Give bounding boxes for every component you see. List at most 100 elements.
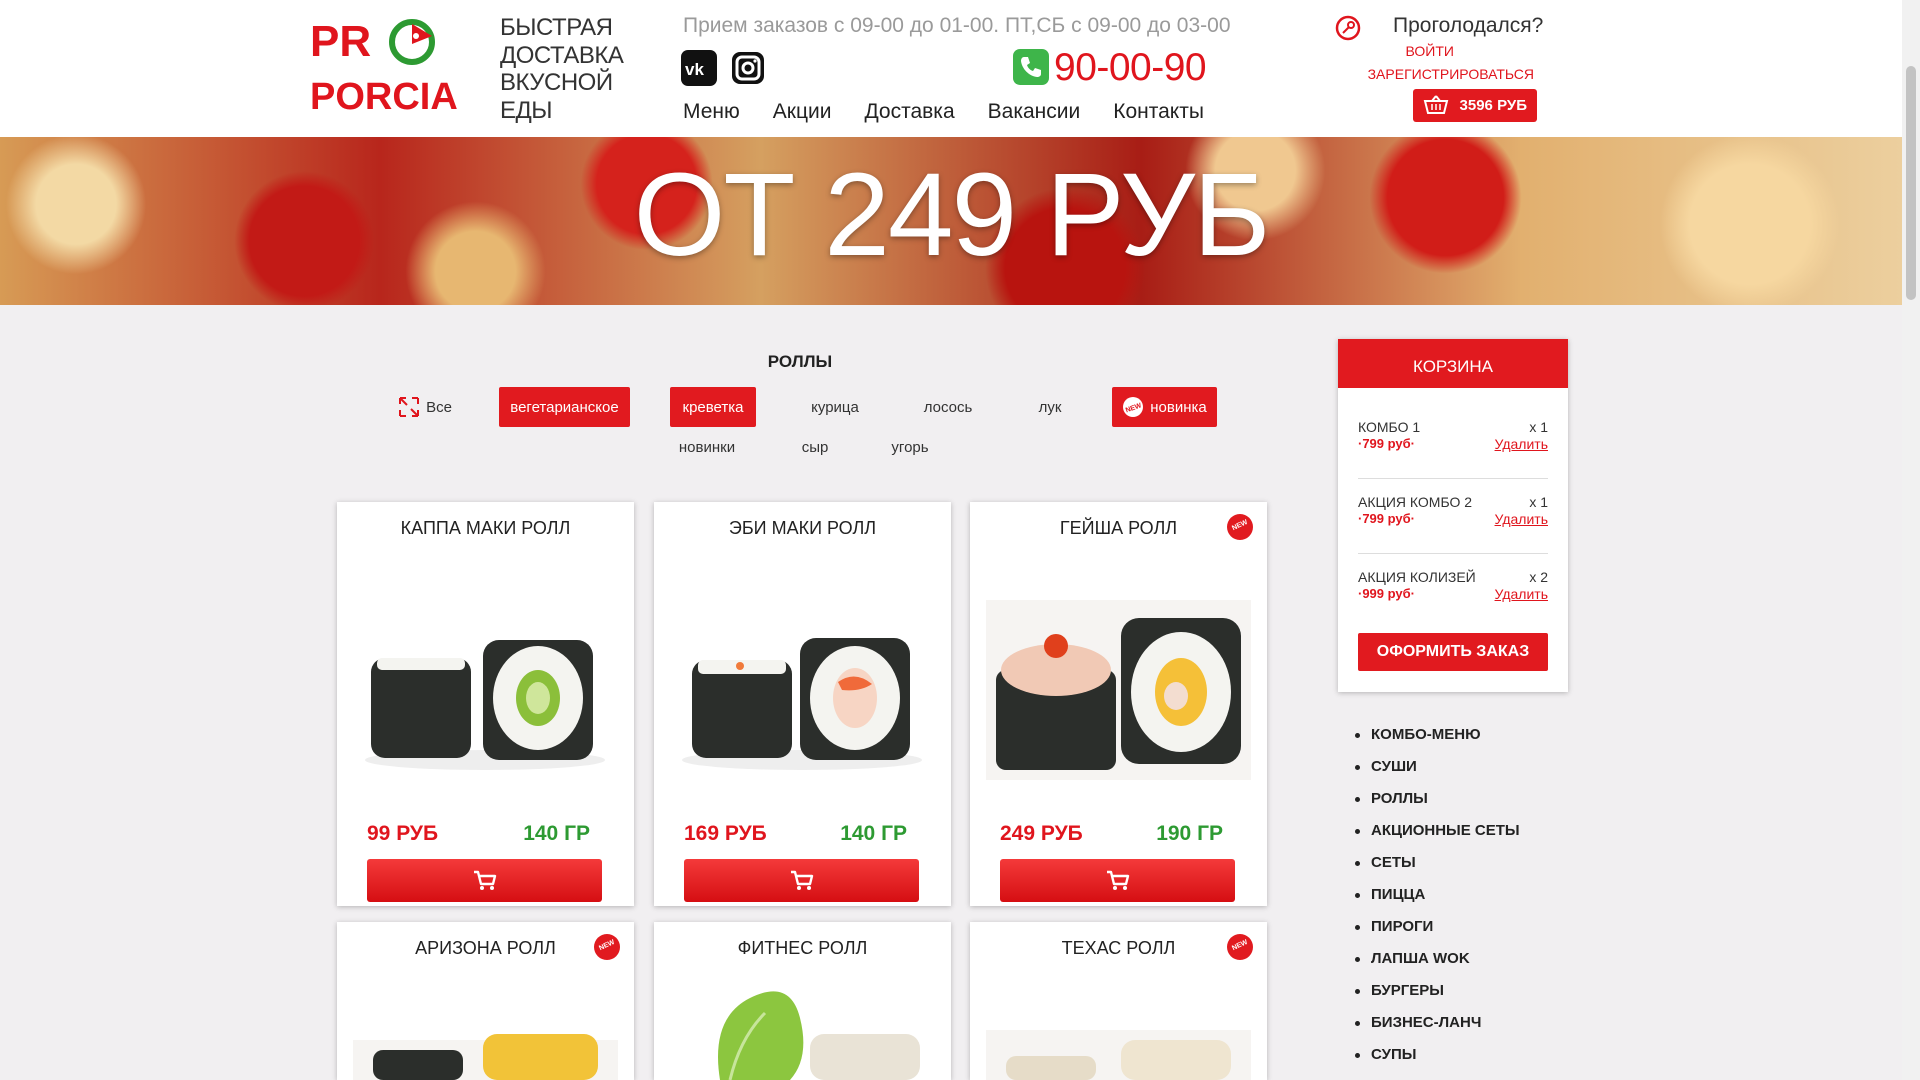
filter-shrimp[interactable]: креветка bbox=[670, 387, 756, 427]
cart-item-name: АКЦИЯ КОЛИЗЕЙ bbox=[1358, 569, 1476, 585]
filter-new-item[interactable]: NEW новинка bbox=[1112, 387, 1217, 427]
category-link[interactable]: СУШИ bbox=[1355, 758, 1520, 790]
instagram-icon[interactable] bbox=[730, 50, 766, 86]
basket-icon bbox=[1423, 95, 1449, 114]
tagline-line: БЫСТРАЯ bbox=[500, 14, 613, 41]
cart-icon bbox=[472, 870, 496, 891]
login-link[interactable]: ВОЙТИ bbox=[1254, 43, 1454, 59]
vk-icon[interactable]: vk bbox=[681, 50, 717, 86]
nav-contacts[interactable]: Контакты bbox=[1113, 100, 1204, 124]
filter-all[interactable]: Все bbox=[390, 387, 460, 427]
filter-salmon[interactable]: лосось bbox=[908, 387, 988, 427]
category-list: КОМБО-МЕНЮ СУШИ РОЛЛЫ АКЦИОННЫЕ СЕТЫ СЕТ… bbox=[1355, 726, 1520, 1078]
filter-chicken[interactable]: курица bbox=[795, 387, 875, 427]
product-price: 169 РУБ bbox=[684, 822, 767, 845]
hungry-text: Проголодался? bbox=[1393, 14, 1544, 37]
category-link[interactable]: СЕТЫ bbox=[1355, 854, 1520, 886]
product-title: АРИЗОНА РОЛЛ bbox=[415, 938, 556, 958]
logo[interactable]: PR PORCIA bbox=[308, 14, 458, 114]
main-nav: Меню Акции Доставка Вакансии Контакты bbox=[683, 100, 1237, 124]
nav-delivery[interactable]: Доставка bbox=[864, 100, 954, 124]
cart-icon bbox=[1105, 870, 1129, 891]
filter-label: новинка bbox=[1150, 398, 1207, 416]
svg-text:PR: PR bbox=[310, 17, 371, 66]
cart-item-remove[interactable]: Удалить bbox=[1495, 436, 1548, 452]
tagline: БЫСТРАЯ ДОСТАВКА ВКУСНОЙ ЕДЫ bbox=[500, 14, 624, 124]
category-link[interactable]: ПИРОГИ bbox=[1355, 918, 1520, 950]
nav-vacancies[interactable]: Вакансии bbox=[988, 100, 1081, 124]
new-badge-icon bbox=[594, 934, 620, 960]
product-card[interactable]: КАППА МАКИ РОЛЛ 99 РУБ 140 ГР bbox=[337, 502, 634, 906]
phone-number[interactable]: 90-00-90 bbox=[1054, 46, 1207, 90]
phone-icon bbox=[1013, 49, 1049, 85]
product-title: ТЕХАС РОЛЛ bbox=[1061, 938, 1176, 958]
new-badge-icon: NEW bbox=[1123, 397, 1144, 417]
product-title: ГЕЙША РОЛЛ bbox=[1059, 518, 1178, 538]
working-hours: Прием заказов с 09-00 до 01-00. ПТ,СБ с … bbox=[683, 14, 1231, 37]
category-link[interactable]: ЛАПША WOK bbox=[1355, 950, 1520, 982]
cart-item-price: ·799 руб· bbox=[1358, 436, 1415, 451]
product-weight: 190 ГР bbox=[1156, 822, 1223, 845]
product-card[interactable]: ТЕХАС РОЛЛ bbox=[970, 922, 1267, 1080]
add-to-cart-button[interactable] bbox=[1000, 859, 1235, 902]
product-weight: 140 ГР bbox=[523, 822, 590, 845]
banner-title: ОТ 249 РУБ bbox=[633, 149, 1271, 281]
cart-item-qty: x 1 bbox=[1529, 419, 1548, 435]
product-price: 99 РУБ bbox=[367, 822, 439, 845]
cart-item: КОМБО 1 x 1 ·799 руб· Удалить bbox=[1358, 419, 1548, 479]
category-link[interactable]: АКЦИОННЫЕ СЕТЫ bbox=[1355, 822, 1520, 854]
filter-cheese[interactable]: сыр bbox=[785, 427, 845, 467]
add-to-cart-button[interactable] bbox=[684, 859, 919, 902]
filter-eel[interactable]: угорь bbox=[880, 427, 940, 467]
side-cart-title: КОРЗИНА bbox=[1338, 339, 1568, 388]
scrollbar-thumb[interactable] bbox=[1906, 66, 1916, 300]
cart-item-remove[interactable]: Удалить bbox=[1495, 586, 1548, 602]
filter-vegetarian[interactable]: вегетарианское bbox=[499, 387, 630, 427]
tagline-line: ВКУСНОЙ bbox=[500, 69, 613, 96]
product-title: ФИТНЕС РОЛЛ bbox=[737, 938, 868, 958]
add-to-cart-button[interactable] bbox=[367, 859, 602, 902]
promo-banner[interactable]: ОТ 249 РУБ bbox=[0, 137, 1902, 305]
category-link[interactable]: ПИЦЦА bbox=[1355, 886, 1520, 918]
svg-text:PORCIA: PORCIA bbox=[310, 76, 458, 114]
tagline-line: ЕДЫ bbox=[500, 96, 553, 124]
svg-text:vk: vk bbox=[685, 60, 704, 79]
product-image bbox=[718, 991, 920, 1080]
category-link[interactable]: СУПЫ bbox=[1355, 1046, 1520, 1078]
cart-item: АКЦИЯ КОЛИЗЕЙ x 2 ·999 руб· Удалить bbox=[1358, 569, 1548, 629]
register-link[interactable]: ЗАРЕГИСТРИРОВАТЬСЯ bbox=[1368, 66, 1534, 82]
header-cart-button[interactable]: 3596 РУБ bbox=[1413, 89, 1537, 122]
product-card[interactable]: ФИТНЕС РОЛЛ bbox=[654, 922, 951, 1080]
product-title: КАППА МАКИ РОЛЛ bbox=[400, 518, 571, 538]
expand-icon bbox=[399, 397, 420, 417]
category-link[interactable]: РОЛЛЫ bbox=[1355, 790, 1520, 822]
nav-promotions[interactable]: Акции bbox=[773, 100, 832, 124]
filter-onion[interactable]: лук bbox=[1020, 387, 1080, 427]
product-price: 249 РУБ bbox=[1000, 822, 1083, 845]
cart-item: АКЦИЯ КОМБО 2 x 1 ·799 руб· Удалить bbox=[1358, 494, 1548, 554]
product-card[interactable]: АРИЗОНА РОЛЛ bbox=[337, 922, 634, 1080]
cart-item-price: ·799 руб· bbox=[1358, 511, 1415, 526]
product-image bbox=[682, 638, 922, 770]
new-badge-icon bbox=[1227, 514, 1253, 540]
product-image bbox=[353, 1034, 618, 1080]
cart-item-qty: x 1 bbox=[1529, 494, 1548, 510]
category-link[interactable]: БУРГЕРЫ bbox=[1355, 982, 1520, 1014]
category-link[interactable]: КОМБО-МЕНЮ bbox=[1355, 726, 1520, 758]
filter-new-items[interactable]: новинки bbox=[667, 427, 747, 467]
category-link[interactable]: БИЗНЕС-ЛАНЧ bbox=[1355, 1014, 1520, 1046]
nav-menu[interactable]: Меню bbox=[683, 100, 740, 124]
product-card[interactable]: ГЕЙША РОЛЛ 249 РУБ 190 ГР bbox=[970, 502, 1267, 906]
product-title: ЭБИ МАКИ РОЛЛ bbox=[728, 518, 877, 538]
header-cart-total: 3596 РУБ bbox=[1459, 97, 1527, 114]
cart-item-remove[interactable]: Удалить bbox=[1495, 511, 1548, 527]
product-card[interactable]: ЭБИ МАКИ РОЛЛ 169 РУБ 140 ГР bbox=[654, 502, 951, 906]
side-cart: КОРЗИНА КОМБО 1 x 1 ·799 руб· Удалить АК… bbox=[1338, 339, 1568, 692]
product-image bbox=[986, 600, 1251, 780]
cart-icon bbox=[789, 870, 813, 891]
section-title: РОЛЛЫ bbox=[767, 352, 833, 371]
cart-item-qty: x 2 bbox=[1529, 569, 1548, 585]
page-scrollbar[interactable] bbox=[1902, 0, 1920, 1080]
key-icon[interactable] bbox=[1335, 15, 1361, 41]
checkout-button[interactable]: ОФОРМИТЬ ЗАКАЗ bbox=[1358, 633, 1548, 671]
